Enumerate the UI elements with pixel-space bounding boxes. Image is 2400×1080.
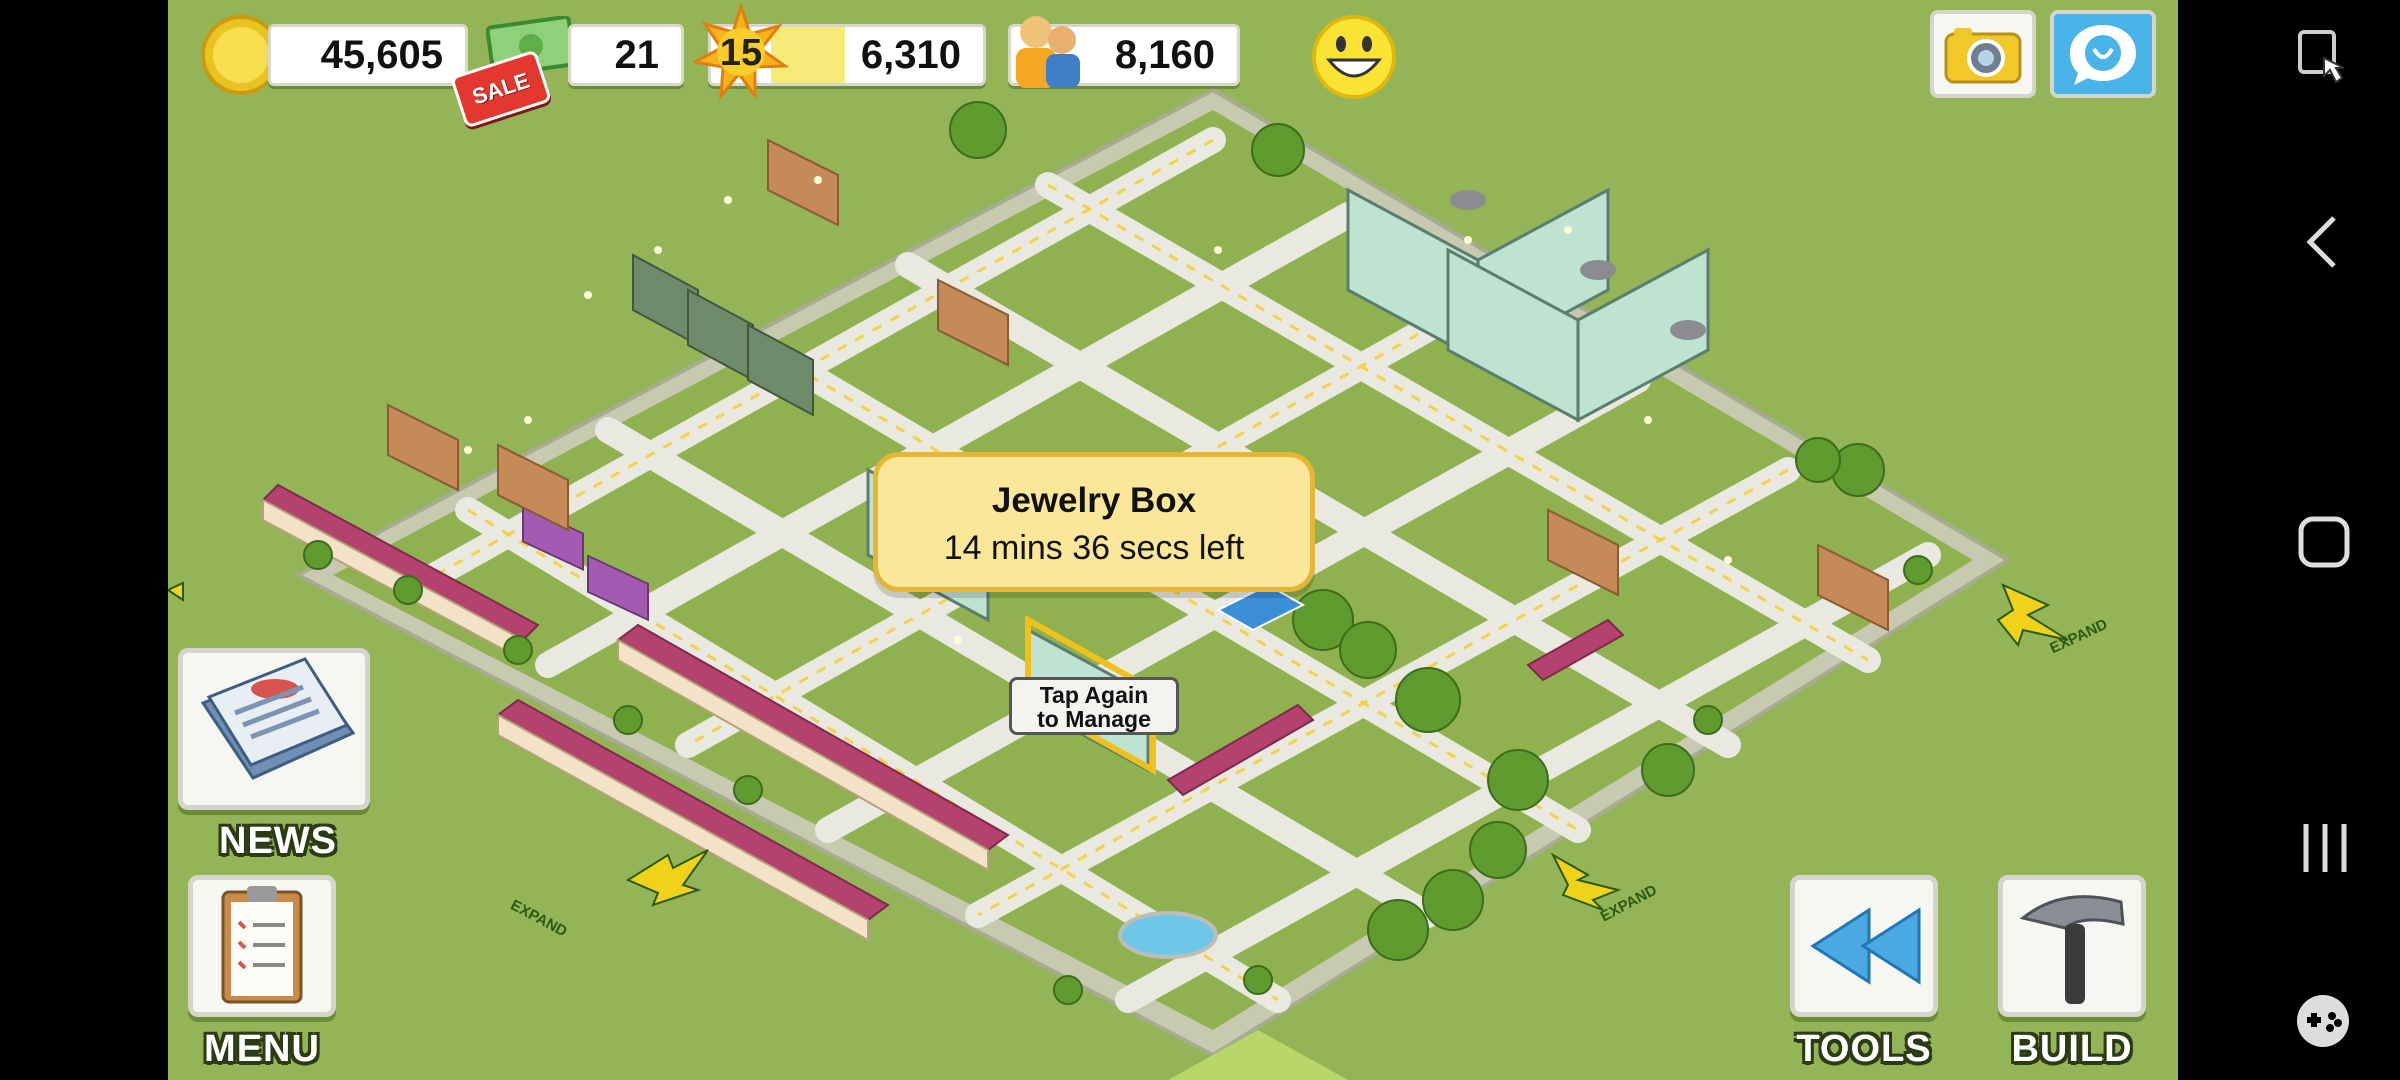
tap-again-label[interactable]: Tap Again to Manage (1009, 677, 1179, 735)
xp-value: 6,310 (860, 32, 961, 77)
recents-icon[interactable] (2300, 822, 2350, 874)
expand-arrow-left (168, 581, 184, 602)
smiley-face-icon[interactable] (1311, 14, 1397, 100)
tools-button[interactable] (1790, 875, 1938, 1017)
build-label[interactable]: BUILD (1992, 1028, 2152, 1071)
building-tooltip: Jewelry Box 14 mins 36 secs left (873, 452, 1315, 592)
rewind-icon (1810, 907, 1921, 985)
level-value: 15 (719, 32, 763, 74)
sale-label: SALE (469, 67, 533, 110)
camera-button[interactable] (1930, 10, 2036, 98)
coins-counter[interactable]: 45,605 (268, 24, 468, 86)
camera-icon (1944, 28, 2022, 84)
home-icon[interactable] (2298, 516, 2350, 568)
tooltip-title: Jewelry Box (991, 481, 1197, 520)
menu-label[interactable]: MENU (182, 1028, 342, 1071)
gamepad-icon[interactable] (2294, 992, 2352, 1050)
tap-again-line1: Tap Again (1039, 682, 1149, 708)
tooltip-time-left: 14 mins 36 secs left (943, 529, 1245, 567)
hammer-icon (2019, 895, 2125, 1004)
newspaper-icon (200, 657, 356, 780)
news-button[interactable] (178, 648, 370, 810)
clipboard-icon (221, 886, 303, 1004)
menu-button[interactable] (188, 875, 336, 1017)
back-icon[interactable] (2304, 214, 2340, 270)
news-label[interactable]: NEWS (198, 820, 358, 858)
tap-again-line2: to Manage (1037, 706, 1151, 732)
tools-label[interactable]: TOOLS (1784, 1028, 1944, 1071)
game-viewport[interactable]: EXPAND EXPAND EXPAND 45,605 21 SALE 6,31… (168, 0, 2178, 1080)
screen-lock-icon[interactable] (2296, 28, 2350, 88)
population-icon (1016, 16, 1080, 88)
cash-value: 21 (614, 32, 660, 77)
population-value: 8,160 (1114, 32, 1215, 77)
system-nav-bar (2178, 0, 2400, 1080)
build-button[interactable] (1998, 875, 2146, 1017)
coins-value: 45,605 (320, 32, 443, 77)
cash-counter[interactable]: 21 (568, 24, 684, 86)
left-black-bar (0, 0, 168, 1080)
social-share-icon (2070, 25, 2136, 85)
social-share-button[interactable] (2050, 10, 2156, 98)
expand-arrow-bottom-left (625, 849, 709, 907)
expand-arrow-bottom-right (1550, 852, 1622, 911)
